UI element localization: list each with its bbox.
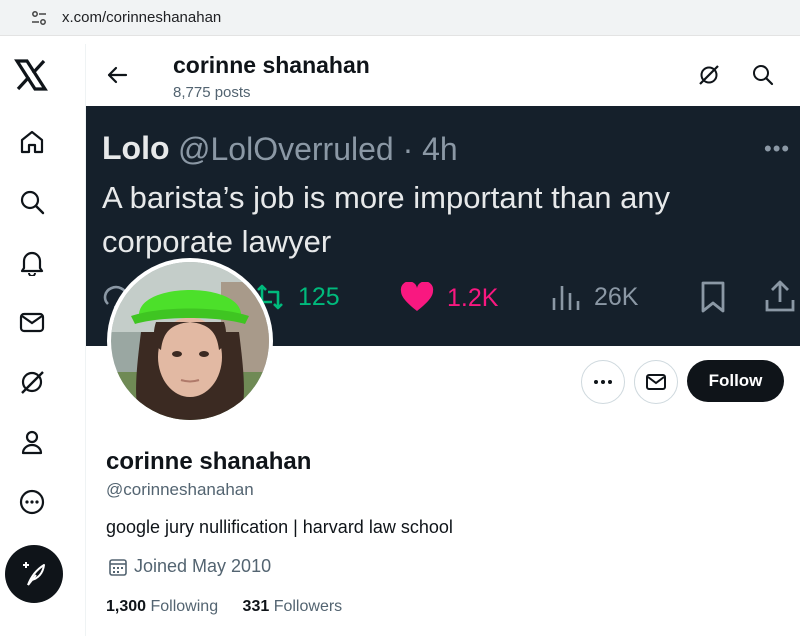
nav-explore[interactable] [17, 187, 47, 217]
nav-notifications[interactable] [17, 247, 47, 277]
person-icon [21, 430, 43, 455]
profile-main: corinne shanahan 8,775 posts Lolo @LolOv… [85, 44, 800, 636]
followers-label: Followers [273, 598, 343, 615]
banner-post-text: A barista’s job is more important than a… [102, 180, 671, 259]
profile-bio: google jury nullification | harvard law … [106, 517, 453, 537]
banner-post-author: Lolo [102, 130, 170, 166]
like-count: 1.2K [447, 283, 499, 312]
more-circle-icon [19, 489, 45, 515]
url-text[interactable]: x.com/corinneshanahan [62, 9, 221, 26]
site-settings-icon[interactable] [30, 9, 48, 27]
retweet-count: 125 [298, 282, 340, 311]
nav-grok[interactable] [17, 367, 47, 397]
banner-more-icon: ••• [764, 136, 791, 161]
banner-post-handle: @LolOverruled · 4h [178, 131, 458, 167]
profile-joined: Joined May 2010 [108, 556, 271, 577]
header-post-count: 8,775 posts [173, 84, 251, 101]
following-count: 1,300 [106, 598, 147, 615]
profile-handle: @corinneshanahan [106, 480, 254, 499]
followers-link[interactable]: 331 Followers [243, 598, 343, 615]
header-name: corinne shanahan [173, 52, 370, 78]
avatar-photo [111, 262, 269, 420]
following-link[interactable]: 1,300 Following [106, 598, 218, 615]
grok-icon[interactable] [697, 63, 721, 87]
profile-header-bar: corinne shanahan 8,775 posts [86, 44, 800, 106]
mail-icon [19, 312, 45, 333]
heart-icon [400, 282, 434, 311]
nav-more[interactable] [17, 487, 47, 517]
views-count: 26K [594, 282, 639, 311]
browser-url-bar[interactable]: x.com/corinneshanahan [0, 0, 800, 36]
grok-icon [21, 371, 44, 394]
follow-button[interactable]: Follow [687, 360, 784, 402]
more-dots-icon [594, 380, 612, 384]
more-options-button[interactable] [581, 360, 625, 404]
banner-views-stat: 26K [550, 282, 638, 312]
profile-name: corinne shanahan [106, 448, 312, 475]
home-icon [20, 130, 44, 154]
feather-plus-icon [23, 562, 45, 586]
nav-messages[interactable] [17, 307, 47, 337]
search-icon[interactable] [751, 63, 775, 87]
mail-icon [646, 374, 666, 390]
joined-date: Joined May 2010 [134, 556, 272, 576]
banner-like-stat: 1.2K [399, 282, 498, 314]
calendar-icon [109, 558, 127, 576]
nav-profile[interactable] [17, 427, 47, 457]
followers-count: 331 [242, 598, 270, 615]
share-icon [765, 280, 795, 312]
compose-post-button[interactable] [5, 545, 63, 603]
profile-avatar[interactable] [107, 258, 273, 424]
follow-stats: 1,300 Following 331 Followers [106, 598, 342, 616]
nav-home[interactable] [17, 127, 47, 157]
message-button[interactable] [634, 360, 678, 404]
views-chart-icon [552, 286, 580, 310]
x-logo-icon[interactable] [14, 58, 48, 92]
search-icon [20, 190, 45, 215]
following-label: Following [150, 598, 219, 615]
back-arrow-icon[interactable] [106, 64, 128, 86]
bell-icon [20, 251, 44, 276]
bookmark-icon [701, 281, 725, 313]
